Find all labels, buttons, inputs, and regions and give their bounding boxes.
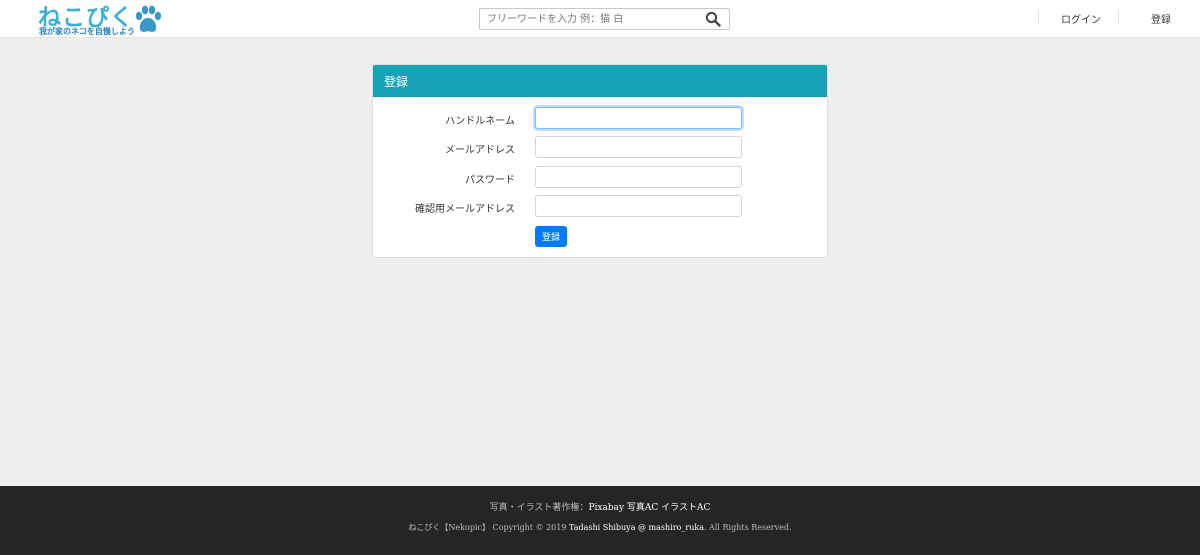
credit-prefix: 写真・イラスト著作権： xyxy=(489,503,589,513)
email-row: メールアドレス xyxy=(373,136,827,158)
register-card: 登録 ハンドルネーム メールアドレス パスワード 確認用メールアドレス 登録 xyxy=(372,64,828,258)
register-link[interactable]: 登録 xyxy=(1151,11,1171,26)
illust-ac-link[interactable]: イラストAC xyxy=(661,503,710,513)
site-footer: 写真・イラスト著作権：Pixabay 写真AC イラストAC ねこぴく【Neko… xyxy=(0,486,1200,555)
confirm-email-label: 確認用メールアドレス xyxy=(415,204,515,215)
email-label: メールアドレス xyxy=(445,145,515,156)
site-logo[interactable]: ねこぴく 我が家のネコを自慢しよう xyxy=(38,3,166,37)
register-button[interactable]: 登録 xyxy=(535,226,567,247)
image-credits: 写真・イラスト著作権：Pixabay 写真AC イラストAC xyxy=(0,500,1200,513)
password-label: パスワード xyxy=(465,175,515,186)
login-link[interactable]: ログイン xyxy=(1061,11,1101,26)
copyright-prefix: ねこぴく【Nekopic】 Copyright © 2019 xyxy=(408,523,569,532)
copyright-suffix: . All Rights Reserved. xyxy=(703,523,792,532)
confirm-email-input[interactable] xyxy=(535,195,742,217)
search-input[interactable] xyxy=(480,9,700,29)
site-header: ねこぴく 我が家のネコを自慢しよう ログイン 登録 xyxy=(0,0,1200,38)
card-header: 登録 xyxy=(373,65,827,97)
password-row: パスワード xyxy=(373,166,827,188)
author-link[interactable]: Tadashi Shibuya @ mashiro_ruka xyxy=(569,523,704,532)
photo-ac-link[interactable]: 写真AC xyxy=(627,503,658,513)
nav-divider xyxy=(1038,10,1039,25)
pixabay-link[interactable]: Pixabay xyxy=(588,503,624,513)
search-icon[interactable] xyxy=(705,11,721,27)
nav-divider xyxy=(1118,10,1119,25)
search-box xyxy=(479,8,730,30)
paw-icon xyxy=(135,5,162,32)
confirm-email-row: 確認用メールアドレス xyxy=(373,195,827,217)
email-input[interactable] xyxy=(535,136,742,158)
logo-tagline: 我が家のネコを自慢しよう xyxy=(39,27,135,36)
handle-name-input[interactable] xyxy=(535,107,742,129)
password-input[interactable] xyxy=(535,166,742,188)
handle-name-row: ハンドルネーム xyxy=(373,107,827,129)
copyright: ねこぴく【Nekopic】 Copyright © 2019 Tadashi S… xyxy=(0,522,1200,533)
handle-name-label: ハンドルネーム xyxy=(445,116,515,127)
card-title: 登録 xyxy=(384,75,409,89)
